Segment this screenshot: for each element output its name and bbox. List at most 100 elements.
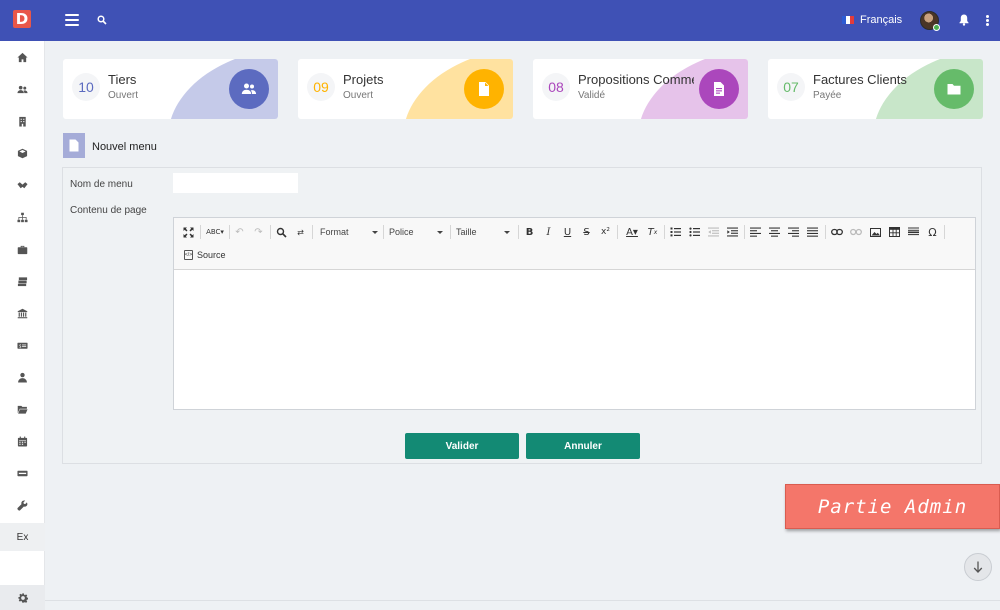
menu-name-label: Nom de menu bbox=[70, 179, 133, 190]
rich-text-editor: ABC▾ ↶ ↷ ⇄ Format Police Taille B I U S … bbox=[173, 217, 976, 410]
cancel-button[interactable]: Annuler bbox=[526, 433, 640, 459]
text-color-icon[interactable]: A▾ bbox=[622, 224, 642, 240]
strikethrough-icon[interactable]: S bbox=[580, 224, 593, 240]
footer-divider bbox=[45, 600, 1000, 601]
folder-icon bbox=[947, 84, 961, 95]
source-label: Source bbox=[197, 250, 226, 260]
underline-icon[interactable]: U bbox=[561, 224, 574, 240]
sidebar-item-hr[interactable] bbox=[0, 362, 45, 392]
card-subtitle: Payée bbox=[813, 90, 842, 101]
card-icon-circle bbox=[699, 69, 739, 109]
indent-icon[interactable] bbox=[726, 224, 739, 240]
card-icon-circle bbox=[229, 69, 269, 109]
box-icon bbox=[17, 148, 28, 158]
sidebar-item-agenda[interactable] bbox=[0, 426, 45, 456]
app-logo[interactable]: D bbox=[13, 10, 31, 28]
bell-icon[interactable] bbox=[959, 14, 969, 26]
editor-content-area[interactable] bbox=[174, 270, 975, 409]
italic-icon[interactable]: I bbox=[542, 224, 555, 240]
user-tie-icon bbox=[18, 372, 27, 383]
building-icon bbox=[19, 116, 26, 127]
page-title: Nouvel menu bbox=[92, 141, 157, 153]
table-icon[interactable] bbox=[888, 224, 901, 240]
spellcheck-icon[interactable]: ABC▾ bbox=[205, 224, 225, 240]
card-subtitle: Validé bbox=[578, 90, 606, 101]
home-icon bbox=[17, 52, 28, 62]
users-icon bbox=[17, 85, 28, 93]
sidebar-settings[interactable] bbox=[0, 585, 45, 610]
font-dropdown-label: Police bbox=[389, 227, 414, 237]
sidebar-item-ex[interactable]: Ex bbox=[0, 523, 45, 551]
sidebar: $ Ex bbox=[0, 41, 45, 610]
special-char-icon[interactable]: Ω bbox=[926, 224, 939, 240]
search-icon[interactable] bbox=[97, 15, 107, 25]
card-title: Factures Clients bbox=[813, 72, 907, 87]
align-left-icon[interactable] bbox=[749, 224, 762, 240]
stacked-money-icon bbox=[17, 276, 28, 286]
sidebar-item-home[interactable] bbox=[0, 42, 45, 72]
user-avatar[interactable] bbox=[920, 11, 940, 31]
maximize-icon[interactable] bbox=[182, 224, 195, 240]
menu-toggle-icon[interactable] bbox=[65, 14, 79, 26]
document-icon bbox=[69, 139, 79, 152]
card-title: Propositions Comme bbox=[578, 72, 694, 87]
menu-name-input[interactable] bbox=[173, 173, 298, 193]
submit-button[interactable]: Valider bbox=[405, 433, 519, 459]
source-button[interactable]: </> Source bbox=[184, 247, 226, 263]
gear-icon bbox=[17, 592, 28, 603]
top-navbar: D Français bbox=[0, 0, 1000, 41]
sidebar-item-company[interactable] bbox=[0, 106, 45, 136]
briefcase-icon bbox=[17, 245, 28, 254]
card-subtitle: Ouvert bbox=[343, 90, 374, 101]
arrow-down-icon bbox=[973, 561, 983, 573]
svg-text:$: $ bbox=[19, 343, 22, 348]
stat-card-proposals[interactable]: 08 Propositions Comme Validé bbox=[533, 59, 748, 119]
stat-card-invoices[interactable]: 07 Factures Clients Payée bbox=[768, 59, 983, 119]
card-count: 09 bbox=[307, 73, 335, 101]
cash-icon: $ bbox=[17, 342, 28, 349]
sidebar-item-bank[interactable] bbox=[0, 298, 45, 328]
wrench-icon bbox=[17, 499, 28, 511]
scroll-to-top-button[interactable] bbox=[964, 553, 992, 581]
users-icon bbox=[241, 83, 257, 94]
horizontal-line-icon[interactable] bbox=[907, 224, 920, 240]
bold-icon[interactable]: B bbox=[523, 224, 536, 240]
language-selector[interactable]: Français bbox=[842, 14, 902, 26]
sidebar-item-projects[interactable] bbox=[0, 234, 45, 264]
sidebar-item-tools[interactable] bbox=[0, 458, 45, 488]
format-dropdown[interactable]: Format bbox=[320, 224, 380, 240]
clear-format-icon[interactable]: Tx bbox=[646, 224, 659, 240]
card-subtitle: Ouvert bbox=[108, 90, 139, 101]
find-icon[interactable] bbox=[275, 224, 288, 240]
sidebar-item-payments[interactable]: $ bbox=[0, 330, 45, 360]
sidebar-item-organization[interactable] bbox=[0, 202, 45, 232]
sidebar-item-users[interactable] bbox=[0, 74, 45, 104]
replace-icon[interactable]: ⇄ bbox=[294, 224, 307, 240]
stat-card-projects[interactable]: 09 Projets Ouvert bbox=[298, 59, 513, 119]
sidebar-item-commercial[interactable] bbox=[0, 170, 45, 200]
font-dropdown[interactable]: Police bbox=[389, 224, 445, 240]
sidebar-item-billing[interactable] bbox=[0, 266, 45, 296]
sidebar-item-documents[interactable] bbox=[0, 394, 45, 424]
bullet-list-icon[interactable] bbox=[688, 224, 701, 240]
unlink-icon[interactable] bbox=[849, 224, 862, 240]
undo-icon[interactable]: ↶ bbox=[233, 224, 246, 240]
admin-section-badge: Partie Admin bbox=[785, 484, 1000, 529]
more-options-icon[interactable] bbox=[986, 15, 989, 26]
sidebar-item-products[interactable] bbox=[0, 138, 45, 168]
size-dropdown[interactable]: Taille bbox=[456, 224, 512, 240]
stat-card-tiers[interactable]: 10 Tiers Ouvert bbox=[63, 59, 278, 119]
numbered-list-icon[interactable] bbox=[669, 224, 682, 240]
align-center-icon[interactable] bbox=[768, 224, 781, 240]
redo-icon[interactable]: ↷ bbox=[252, 224, 265, 240]
sidebar-item-setup[interactable] bbox=[0, 490, 45, 520]
outdent-icon[interactable] bbox=[707, 224, 720, 240]
card-count: 08 bbox=[542, 73, 570, 101]
align-justify-icon[interactable] bbox=[806, 224, 819, 240]
align-right-icon[interactable] bbox=[787, 224, 800, 240]
superscript-icon[interactable]: x² bbox=[599, 224, 612, 240]
link-icon[interactable] bbox=[830, 224, 843, 240]
document-icon bbox=[479, 82, 489, 96]
page-document-icon bbox=[63, 133, 85, 158]
image-icon[interactable] bbox=[869, 224, 882, 240]
